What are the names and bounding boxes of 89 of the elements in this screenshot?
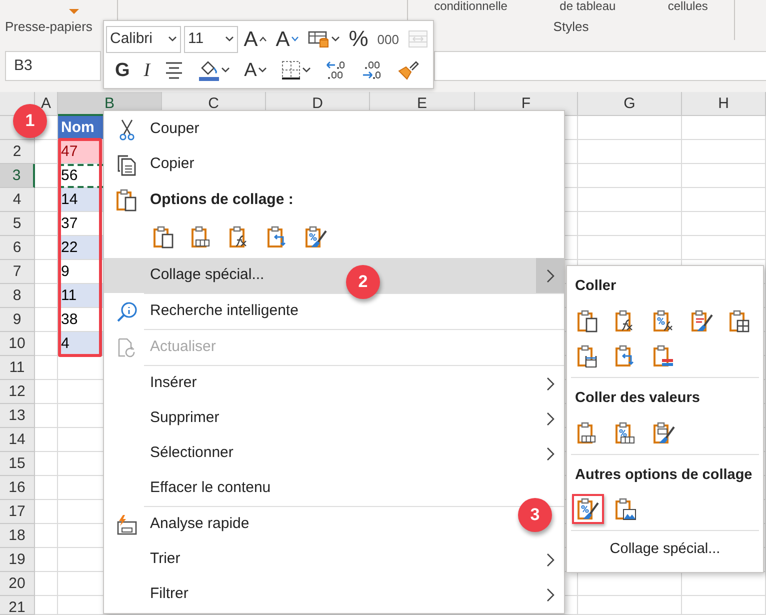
align-center-icon <box>164 61 184 79</box>
formula-field[interactable] <box>434 51 766 81</box>
menu-item[interactable]: Analyse rapide <box>104 507 258 542</box>
font-select[interactable]: Calibri <box>106 26 182 52</box>
ribbon-button[interactable]: cellules <box>668 0 708 13</box>
refresh-icon <box>117 336 137 358</box>
paste-option[interactable] <box>572 494 604 524</box>
clipboard-page-icon <box>115 188 139 212</box>
table-cell <box>35 188 58 212</box>
menu-item[interactable]: Collage spécial... <box>567 531 763 561</box>
borders-icon <box>280 60 301 80</box>
table-cell <box>35 284 58 308</box>
font-color-button[interactable]: A <box>241 56 270 84</box>
caret-down-icon <box>168 36 178 42</box>
row-header[interactable]: 12 <box>0 380 35 404</box>
menu-item[interactable]: Trier <box>104 542 564 577</box>
ribbon-button[interactable]: de tableau <box>560 0 616 13</box>
row-header[interactable]: 3 <box>0 164 35 188</box>
decimal-arrow-icon <box>360 59 383 81</box>
search-icon <box>116 300 138 322</box>
caret-down-icon <box>302 67 311 73</box>
row-header[interactable]: 21 <box>0 596 35 615</box>
clipboard-page-icon[interactable] <box>152 225 176 249</box>
row-header[interactable]: 8 <box>0 284 35 308</box>
row-header[interactable]: 20 <box>0 572 35 596</box>
name-box[interactable]: B3 <box>5 51 101 81</box>
decimal-arrow-icon <box>324 59 347 81</box>
clipboard-brush-icon <box>576 497 600 522</box>
group-label: Presse-papiers <box>5 18 94 36</box>
thousands-button[interactable]: 000 <box>374 25 402 53</box>
row-header[interactable]: 5 <box>0 212 35 236</box>
row-header[interactable]: 2 <box>0 140 35 164</box>
lightning-box-icon <box>116 514 138 536</box>
clipboard-brush-icon[interactable] <box>304 225 328 249</box>
row-header[interactable]: 10 <box>0 332 35 356</box>
menu-item[interactable]: Insérer <box>104 366 564 401</box>
clipboard-brush-icon <box>690 308 714 333</box>
menu-item[interactable]: Filtrer <box>104 577 564 612</box>
caret-down-icon <box>221 67 230 73</box>
table-cell <box>35 260 58 284</box>
table-cell <box>35 140 58 164</box>
row-header[interactable]: 9 <box>0 308 35 332</box>
clipboard-picture-icon <box>614 497 638 522</box>
row-header[interactable]: 16 <box>0 476 35 500</box>
clipboard-bars-icon <box>652 344 676 368</box>
row-header[interactable]: 11 <box>0 356 35 380</box>
percent-button[interactable]: % <box>346 25 372 53</box>
caret-down-icon <box>290 36 299 42</box>
font-size-select[interactable]: 11 <box>184 26 238 52</box>
clipboard-page-icon <box>576 308 600 333</box>
clipboard-brush-icon <box>652 420 676 444</box>
row-header[interactable]: 7 <box>0 260 35 284</box>
caret-up-icon <box>258 36 267 42</box>
ribbon-button[interactable]: conditionnelle <box>434 0 508 13</box>
caret-down-icon <box>330 36 340 42</box>
group-label: Styles <box>553 18 589 36</box>
menu-item[interactable]: Effacer le contenu <box>104 471 279 506</box>
row-header[interactable]: 17 <box>0 500 35 524</box>
caret-down-icon <box>224 36 234 42</box>
row-header[interactable]: 14 <box>0 428 35 452</box>
row-header[interactable]: 15 <box>0 452 35 476</box>
shrink-font-button[interactable]: A <box>272 25 302 53</box>
menu-item[interactable]: Supprimer <box>104 401 564 436</box>
menu-item[interactable]: Sélectionner <box>104 436 564 471</box>
row-header[interactable]: 4 <box>0 188 35 212</box>
table-cell <box>35 212 58 236</box>
italic-button[interactable]: I <box>140 56 154 84</box>
scissors-icon <box>117 118 137 140</box>
bold-button[interactable]: G <box>112 56 133 84</box>
table-cell <box>35 332 58 356</box>
column-header[interactable]: H <box>682 92 766 116</box>
submenu-heading: Autres options de collage <box>574 466 754 484</box>
table-cell <box>35 308 58 332</box>
column-header[interactable]: G <box>578 92 682 116</box>
merge-cells-icon <box>408 30 428 48</box>
submenu-heading: Coller <box>574 277 618 296</box>
submenu-heading: Coller des valeurs <box>574 388 701 408</box>
clipboard-grid-icon <box>728 308 752 333</box>
copy-icon <box>117 154 137 176</box>
row-header[interactable]: 6 <box>0 236 35 260</box>
fill-color-icon <box>198 59 220 81</box>
caret-down-icon <box>258 67 267 73</box>
table-cell <box>35 236 58 260</box>
row-header[interactable]: 19 <box>0 548 35 572</box>
row-header[interactable]: 13 <box>0 404 35 428</box>
table-cell <box>35 164 58 188</box>
row-header[interactable]: 18 <box>0 524 35 548</box>
table-icon <box>308 30 330 48</box>
grow-font-button[interactable]: A <box>240 25 270 53</box>
